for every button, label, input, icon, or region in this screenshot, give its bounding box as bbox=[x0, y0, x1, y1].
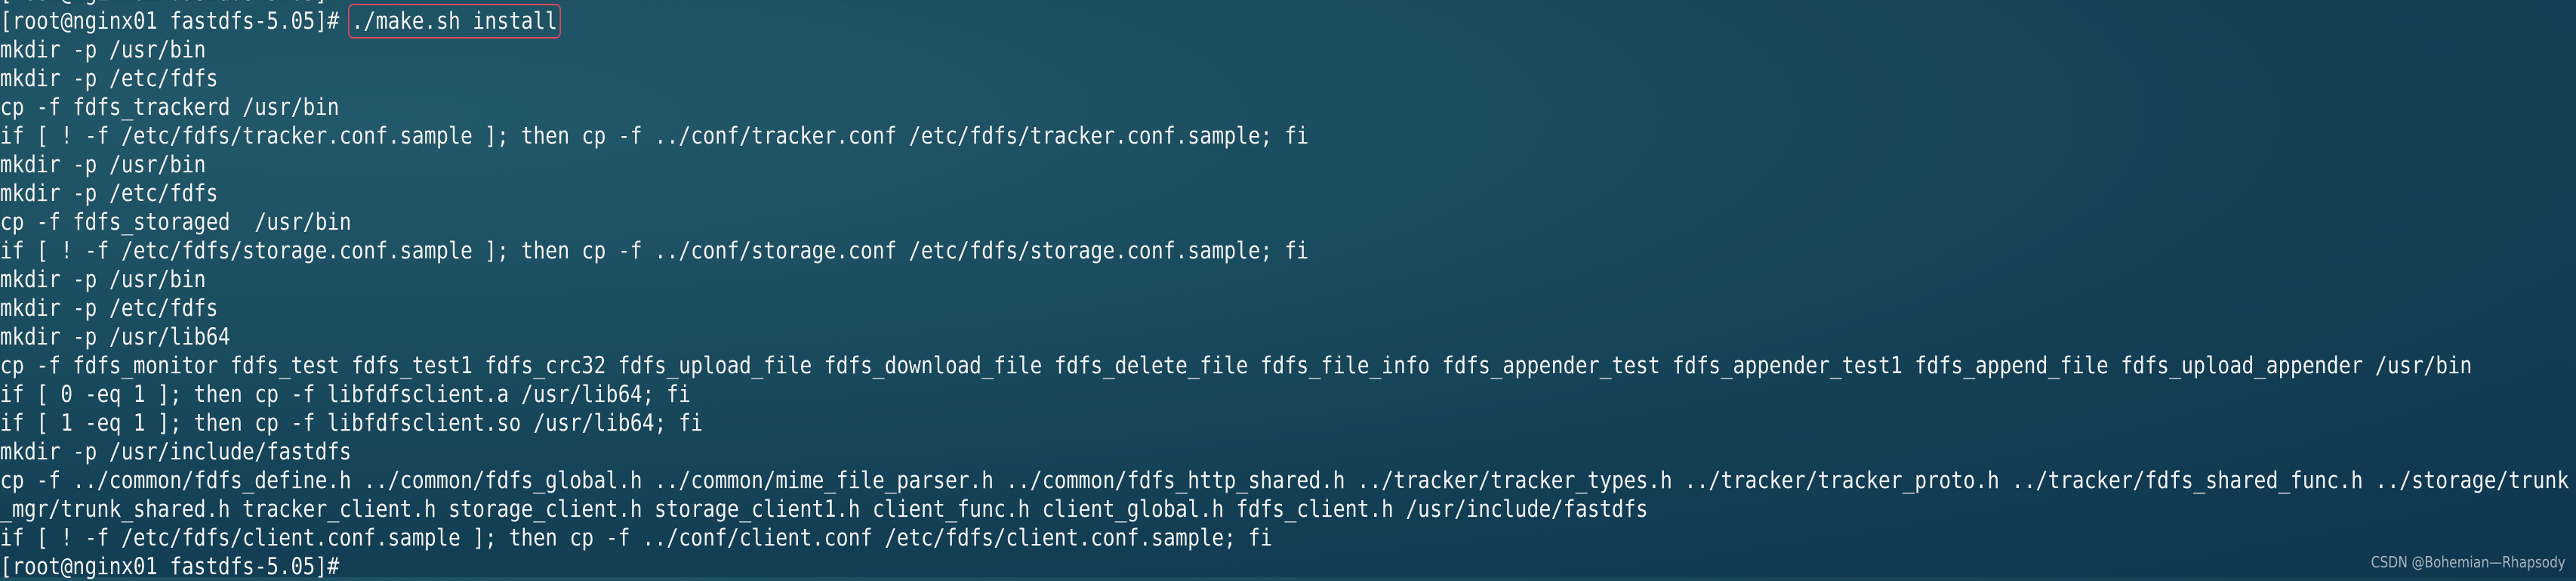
final-prompt-line[interactable]: [root@nginx01 fastdfs-5.05]# bbox=[0, 552, 2569, 581]
highlighted-command: ./make.sh install bbox=[348, 4, 561, 39]
command-output: mkdir -p /usr/bin mkdir -p /etc/fdfs cp -f… bbox=[0, 36, 2576, 552]
output-line: _mgr/trunk_shared.h tracker_client.h sto… bbox=[0, 496, 1648, 523]
output-line: mkdir -p /etc/fdfs bbox=[0, 65, 218, 92]
output-line: if [ 1 -eq 1 ]; then cp -f libfdfsclient… bbox=[0, 409, 703, 437]
output-line: mkdir -p /usr/bin bbox=[0, 151, 206, 178]
output-line: mkdir -p /etc/fdfs bbox=[0, 180, 218, 207]
output-line: mkdir -p /etc/fdfs bbox=[0, 295, 218, 322]
terminal-output: [root@nginx01 fastdfs-5.05]# [root@nginx… bbox=[0, 0, 2576, 581]
output-line: mkdir -p /usr/bin bbox=[0, 36, 206, 63]
output-line: mkdir -p /usr/include/fastdfs bbox=[0, 438, 352, 465]
command-line: [root@nginx01 fastdfs-5.05]# ./make.sh i… bbox=[0, 4, 2569, 39]
output-line: if [ ! -f /etc/fdfs/client.conf.sample ]… bbox=[0, 524, 1273, 552]
output-line: if [ ! -f /etc/fdfs/storage.conf.sample … bbox=[0, 237, 1309, 264]
output-line: mkdir -p /usr/lib64 bbox=[0, 323, 230, 351]
shell-prompt: [root@nginx01 fastdfs-5.05]# bbox=[0, 8, 352, 35]
output-line: if [ 0 -eq 1 ]; then cp -f libfdfsclient… bbox=[0, 381, 691, 408]
output-line: cp -f fdfs_trackerd /usr/bin bbox=[0, 94, 340, 121]
output-line: if [ ! -f /etc/fdfs/tracker.conf.sample … bbox=[0, 122, 1309, 150]
watermark: CSDN @Bohemian—Rhapsody bbox=[2371, 553, 2565, 571]
output-line: cp -f fdfs_storaged /usr/bin bbox=[0, 209, 352, 236]
output-line: cp -f ../common/fdfs_define.h ../common/… bbox=[0, 467, 2569, 494]
previous-prompt-line: [root@nginx01 fastdfs-5.05]# bbox=[0, 0, 2569, 7]
output-line: mkdir -p /usr/bin bbox=[0, 266, 206, 293]
output-line: cp -f fdfs_monitor fdfs_test fdfs_test1 … bbox=[0, 352, 2473, 379]
